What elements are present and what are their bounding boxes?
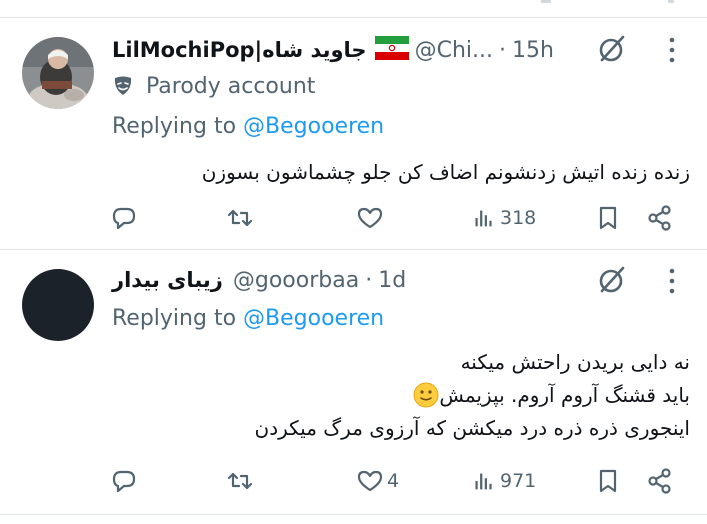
bookmark-button[interactable]	[594, 461, 622, 501]
share-icon	[648, 205, 671, 231]
views-button[interactable]: 971	[471, 461, 536, 501]
reply-button[interactable]	[110, 198, 138, 238]
repost-icon	[227, 209, 253, 227]
reply-icon	[112, 470, 136, 493]
action-bar: 318	[0, 198, 707, 238]
bookmark-icon	[599, 206, 617, 230]
replying-prefix: Replying to	[112, 306, 237, 331]
grok-icon[interactable]	[596, 33, 628, 65]
grok-icon[interactable]	[596, 264, 628, 296]
like-button[interactable]	[356, 198, 387, 238]
divider-bottom	[0, 514, 707, 515]
tweet-text-line: اینجوری ذره ذره درد میکشن که آرزوی مرگ م…	[254, 416, 691, 440]
share-button[interactable]	[646, 461, 674, 501]
parody-label: Parody account	[112, 71, 315, 101]
tweet-text: نه دایی بریدن راحتش میکنه باید قشنگ آروم…	[112, 346, 691, 445]
more-options-icon[interactable]	[668, 36, 676, 64]
tweet-text-line: باید قشنگ آروم آروم. بپزیمش	[439, 383, 690, 407]
views-icon	[475, 473, 492, 490]
heart-icon	[357, 470, 383, 492]
tweet-text-line-with-emoji: باید قشنگ آروم آروم. بپزیمش	[112, 379, 690, 412]
previous-tweet-edge	[0, 0, 707, 18]
views-count: 971	[500, 470, 537, 492]
like-count: 4	[387, 470, 400, 492]
heart-icon	[357, 207, 383, 229]
tweet-reply-2[interactable]: زیبای بیدار @gooorbaa · 1d Replying to @…	[0, 250, 707, 512]
replying-prefix: Replying to	[112, 114, 237, 139]
replying-mention[interactable]: @Begooeren	[243, 306, 384, 331]
tweet-reply-1[interactable]: LilMochiPop|جاوید شاه @Chi... · 15h Paro…	[0, 18, 707, 248]
replying-to: Replying to @Begooeren	[112, 306, 384, 331]
reply-button[interactable]	[110, 461, 138, 501]
tweet-text-line: نه دایی بریدن راحتش میکنه	[460, 350, 690, 374]
tweet-text-line: زنده زنده اتیش زدنشونم اضاف کن جلو چشماش…	[201, 160, 690, 184]
tweet-text: زنده زنده اتیش زدنشونم اضاف کن جلو چشماش…	[112, 156, 690, 189]
theater-mask-icon	[114, 76, 132, 95]
views-button[interactable]: 318	[471, 198, 536, 238]
views-count: 318	[500, 207, 537, 229]
repost-icon	[227, 472, 253, 490]
replying-mention[interactable]: @Begooeren	[243, 114, 384, 139]
reply-icon	[112, 207, 136, 230]
bookmark-button[interactable]	[594, 198, 622, 238]
parody-text: Parody account	[146, 73, 316, 99]
replying-to: Replying to @Begooeren	[112, 114, 384, 139]
share-icon	[648, 468, 671, 494]
repost-button[interactable]	[226, 198, 254, 238]
bookmark-icon	[599, 469, 617, 493]
slightly-smiling-face-icon	[413, 382, 439, 408]
more-options-icon[interactable]	[668, 267, 676, 295]
views-icon	[475, 210, 492, 227]
share-button[interactable]	[646, 198, 674, 238]
like-button[interactable]: 4	[356, 461, 399, 501]
action-bar: 4 971	[0, 461, 707, 501]
repost-button[interactable]	[226, 461, 254, 501]
